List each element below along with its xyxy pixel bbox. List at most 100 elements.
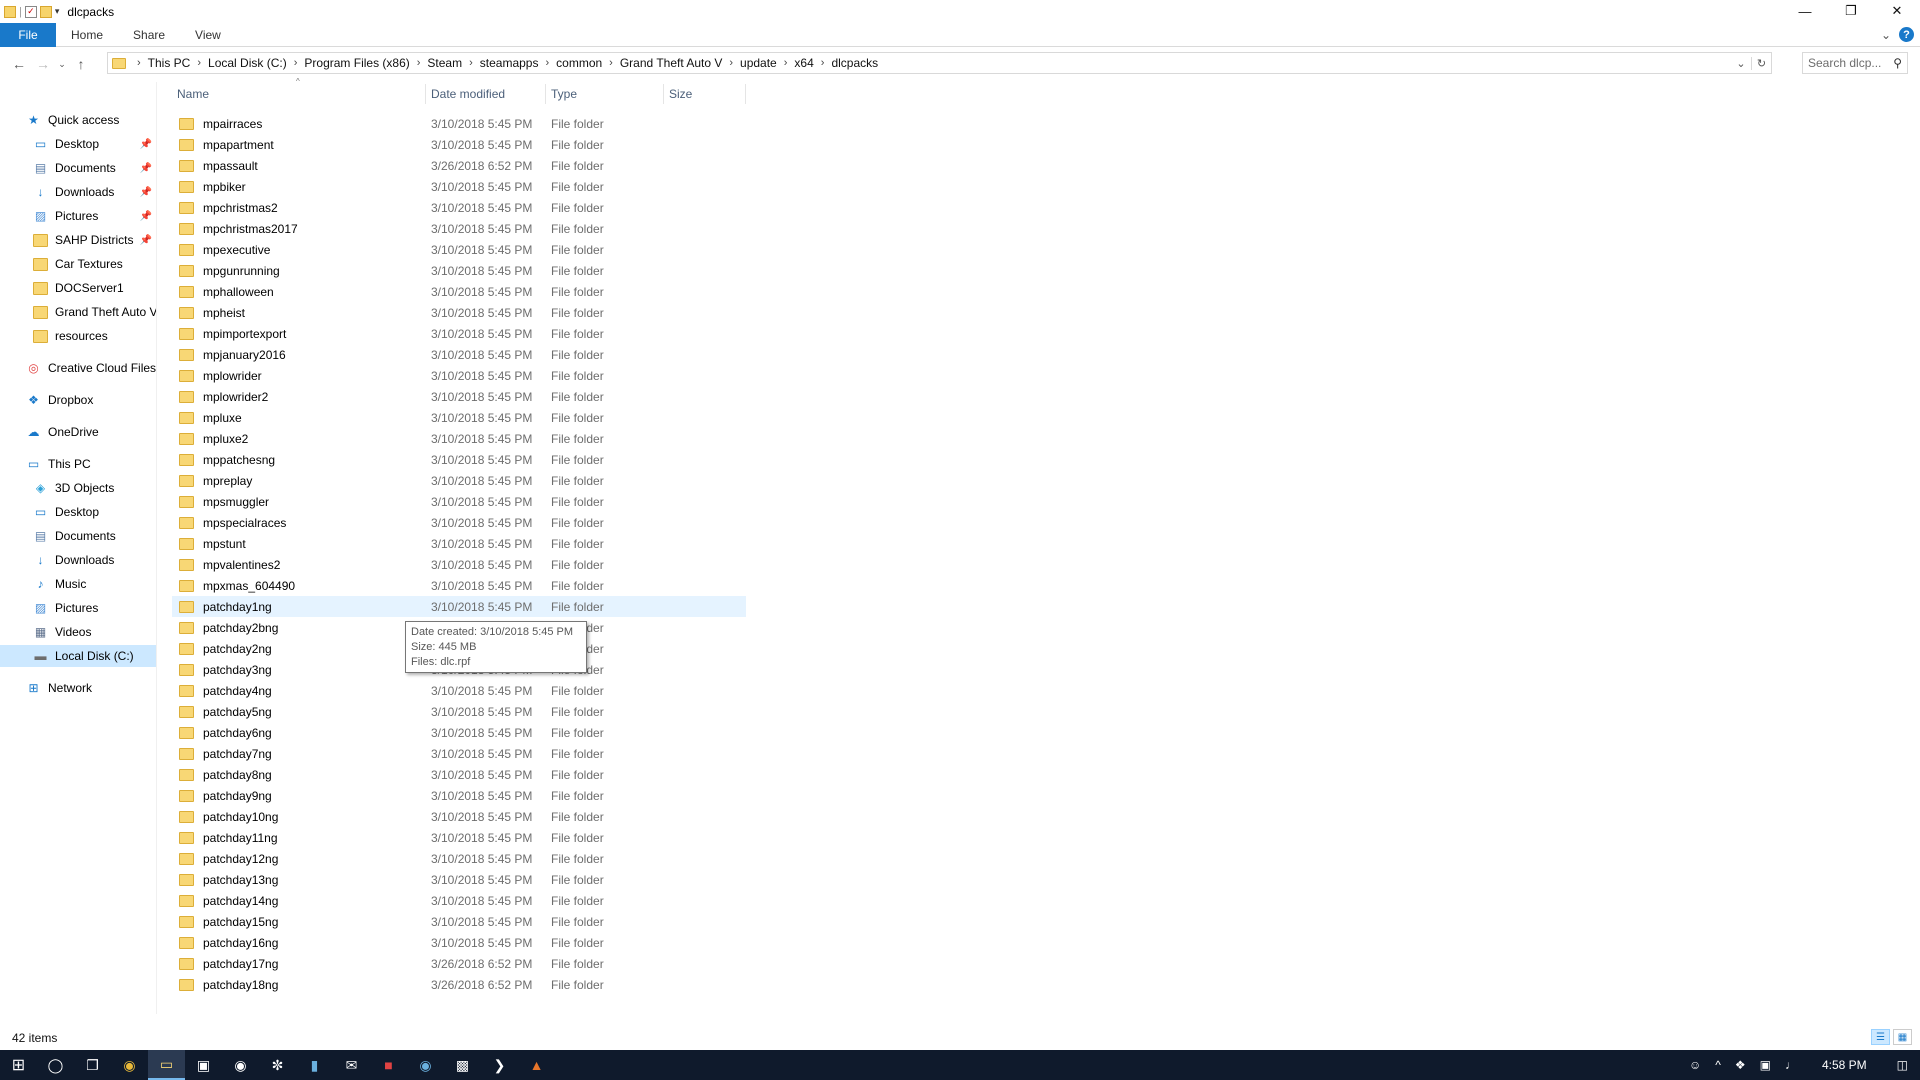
details-view-icon[interactable]: ☰ xyxy=(1871,1029,1890,1045)
table-row[interactable]: patchday18ng 3/26/2018 6:52 PM File folder xyxy=(172,974,746,995)
chevron-right-icon[interactable]: › xyxy=(417,57,421,69)
sidebar-item-creative-cloud-files[interactable]: ◎ Creative Cloud Files xyxy=(0,357,156,379)
table-row[interactable]: mpluxe 3/10/2018 5:45 PM File folder xyxy=(172,407,746,428)
close-icon[interactable]: ✕ xyxy=(1874,0,1920,22)
pin-icon[interactable]: 📌 xyxy=(140,139,152,150)
app-icon[interactable]: ▣ xyxy=(185,1050,222,1080)
breadcrumb-item[interactable]: This PC xyxy=(148,56,191,70)
refresh-icon[interactable]: ↻ xyxy=(1751,56,1771,70)
search-input[interactable]: Search dlcp... ⚲ xyxy=(1802,52,1908,74)
table-row[interactable]: patchday13ng 3/10/2018 5:45 PM File folder xyxy=(172,869,746,890)
up-icon[interactable]: ↑ xyxy=(69,52,93,76)
table-row[interactable]: patchday8ng 3/10/2018 5:45 PM File folder xyxy=(172,764,746,785)
sidebar-item-this-pc[interactable]: ▭ This PC xyxy=(0,453,156,475)
recent-locations-icon[interactable]: ⌄ xyxy=(55,52,69,76)
column-type[interactable]: Type xyxy=(546,84,664,104)
app-red-icon[interactable]: ■ xyxy=(370,1050,407,1080)
column-size[interactable]: Size xyxy=(664,84,746,104)
table-row[interactable]: mpairraces 3/10/2018 5:45 PM File folder xyxy=(172,113,746,134)
table-row[interactable]: patchday1ng 3/10/2018 5:45 PM File folder xyxy=(172,596,746,617)
sidebar-item-music[interactable]: ♪ Music xyxy=(0,573,156,595)
sidebar-item-pictures[interactable]: ▨ Pictures 📌 xyxy=(0,205,156,227)
sidebar-item-3d-objects[interactable]: ◈ 3D Objects xyxy=(0,477,156,499)
table-row[interactable]: patchday14ng 3/10/2018 5:45 PM File folder xyxy=(172,890,746,911)
table-row[interactable]: patchday16ng 3/10/2018 5:45 PM File folder xyxy=(172,932,746,953)
network-icon[interactable]: ▣ xyxy=(1753,1058,1778,1072)
people-icon[interactable]: ☺ xyxy=(1682,1058,1708,1072)
sidebar-item-documents[interactable]: ▤ Documents xyxy=(0,525,156,547)
table-row[interactable]: mpstunt 3/10/2018 5:45 PM File folder xyxy=(172,533,746,554)
tab-file[interactable]: File xyxy=(0,22,56,47)
table-row[interactable]: mpsmuggler 3/10/2018 5:45 PM File folder xyxy=(172,491,746,512)
column-name[interactable]: Name xyxy=(172,84,426,104)
volume-icon[interactable]: ♩ xyxy=(1778,1058,1804,1072)
sidebar-item-docserver1[interactable]: DOCServer1 xyxy=(0,277,156,299)
table-row[interactable]: patchday11ng 3/10/2018 5:45 PM File folder xyxy=(172,827,746,848)
dropbox-icon[interactable]: ❖ xyxy=(1728,1058,1753,1072)
breadcrumb-item[interactable]: Steam xyxy=(427,56,462,70)
file-explorer-icon[interactable]: ▭ xyxy=(148,1050,185,1080)
sidebar-item-resources[interactable]: resources xyxy=(0,325,156,347)
table-row[interactable]: patchday9ng 3/10/2018 5:45 PM File folder xyxy=(172,785,746,806)
table-row[interactable]: mpxmas_604490 3/10/2018 5:45 PM File folde… xyxy=(172,575,746,596)
steam-icon[interactable]: ◉ xyxy=(222,1050,259,1080)
table-row[interactable]: patchday6ng 3/10/2018 5:45 PM File folder xyxy=(172,722,746,743)
globe-icon[interactable]: ◉ xyxy=(407,1050,444,1080)
breadcrumb-item[interactable]: update xyxy=(740,56,777,70)
table-row[interactable]: patchday5ng 3/10/2018 5:45 PM File folder xyxy=(172,701,746,722)
chevron-right-icon[interactable]: › xyxy=(197,57,201,69)
table-row[interactable]: mpexecutive 3/10/2018 5:45 PM File folder xyxy=(172,239,746,260)
table-row[interactable]: mpspecialraces 3/10/2018 5:45 PM File fold… xyxy=(172,512,746,533)
table-row[interactable]: mpgunrunning 3/10/2018 5:45 PM File folder xyxy=(172,260,746,281)
sidebar-item-local-disk-c[interactable]: ▬ Local Disk (C:) xyxy=(0,645,156,667)
task-view-icon[interactable]: ❐ xyxy=(74,1050,111,1080)
sidebar-item-documents[interactable]: ▤ Documents 📌 xyxy=(0,157,156,179)
sidebar-item-downloads[interactable]: ↓ Downloads xyxy=(0,549,156,571)
mail-icon[interactable]: ✉ xyxy=(333,1050,370,1080)
breadcrumb-item[interactable]: common xyxy=(556,56,602,70)
expand-ribbon-icon[interactable]: ⌄ xyxy=(1881,28,1891,42)
sidebar-item-desktop[interactable]: ▭ Desktop 📌 xyxy=(0,133,156,155)
table-row[interactable]: mpapartment 3/10/2018 5:45 PM File folder xyxy=(172,134,746,155)
table-row[interactable]: mpbiker 3/10/2018 5:45 PM File folder xyxy=(172,176,746,197)
sidebar-item-quick-access[interactable]: ★ Quick access xyxy=(0,109,156,131)
column-date-modified[interactable]: Date modified xyxy=(426,84,546,104)
notifications-icon[interactable]: ◫ xyxy=(1885,1058,1920,1072)
breadcrumb-item[interactable]: x64 xyxy=(794,56,813,70)
table-row[interactable]: patchday12ng 3/10/2018 5:45 PM File folder xyxy=(172,848,746,869)
game-icon[interactable]: ✼ xyxy=(259,1050,296,1080)
breadcrumb-item[interactable]: dlcpacks xyxy=(831,56,878,70)
table-row[interactable]: mpheist 3/10/2018 5:45 PM File folder xyxy=(172,302,746,323)
table-row[interactable]: mpchristmas2 3/10/2018 5:45 PM File folder xyxy=(172,197,746,218)
table-row[interactable]: mpvalentines2 3/10/2018 5:45 PM File folde… xyxy=(172,554,746,575)
chrome-icon[interactable]: ◉ xyxy=(111,1050,148,1080)
chevron-right-icon[interactable]: › xyxy=(294,57,298,69)
table-row[interactable]: patchday10ng 3/10/2018 5:45 PM File folder xyxy=(172,806,746,827)
large-icons-view-icon[interactable]: ▦ xyxy=(1893,1029,1912,1045)
table-row[interactable]: patchday7ng 3/10/2018 5:45 PM File folder xyxy=(172,743,746,764)
forward-icon[interactable]: → xyxy=(31,52,55,76)
table-row[interactable]: mphalloween 3/10/2018 5:45 PM File folder xyxy=(172,281,746,302)
tab-share[interactable]: Share xyxy=(118,23,180,47)
breadcrumb-item[interactable]: Program Files (x86) xyxy=(304,56,409,70)
sidebar-item-onedrive[interactable]: ☁ OneDrive xyxy=(0,421,156,443)
sidebar-item-pictures[interactable]: ▨ Pictures xyxy=(0,597,156,619)
app-orange-icon[interactable]: ▲ xyxy=(518,1050,555,1080)
pin-icon[interactable]: 📌 xyxy=(140,163,152,174)
breadcrumb-item[interactable]: Grand Theft Auto V xyxy=(620,56,723,70)
table-row[interactable]: patchday4ng 3/10/2018 5:45 PM File folder xyxy=(172,680,746,701)
pin-icon[interactable]: 📌 xyxy=(140,211,152,222)
terminal-icon[interactable]: ❯ xyxy=(481,1050,518,1080)
table-row[interactable]: mpreplay 3/10/2018 5:45 PM File folder xyxy=(172,470,746,491)
minimize-icon[interactable]: — xyxy=(1782,0,1828,22)
table-row[interactable]: patchday15ng 3/10/2018 5:45 PM File folder xyxy=(172,911,746,932)
customize-toolbar-icon[interactable]: ▾ xyxy=(55,6,60,17)
chevron-right-icon[interactable]: › xyxy=(729,57,733,69)
chevron-right-icon[interactable]: › xyxy=(784,57,788,69)
table-row[interactable]: mpchristmas2017 3/10/2018 5:45 PM File fol… xyxy=(172,218,746,239)
sidebar-item-dropbox[interactable]: ❖ Dropbox xyxy=(0,389,156,411)
properties-icon[interactable]: ✓ xyxy=(24,5,37,18)
table-row[interactable]: mppatchesng 3/10/2018 5:45 PM File folder xyxy=(172,449,746,470)
address-history-icon[interactable]: ⌄ xyxy=(1731,57,1751,70)
cortana-icon[interactable]: ◯ xyxy=(37,1050,74,1080)
